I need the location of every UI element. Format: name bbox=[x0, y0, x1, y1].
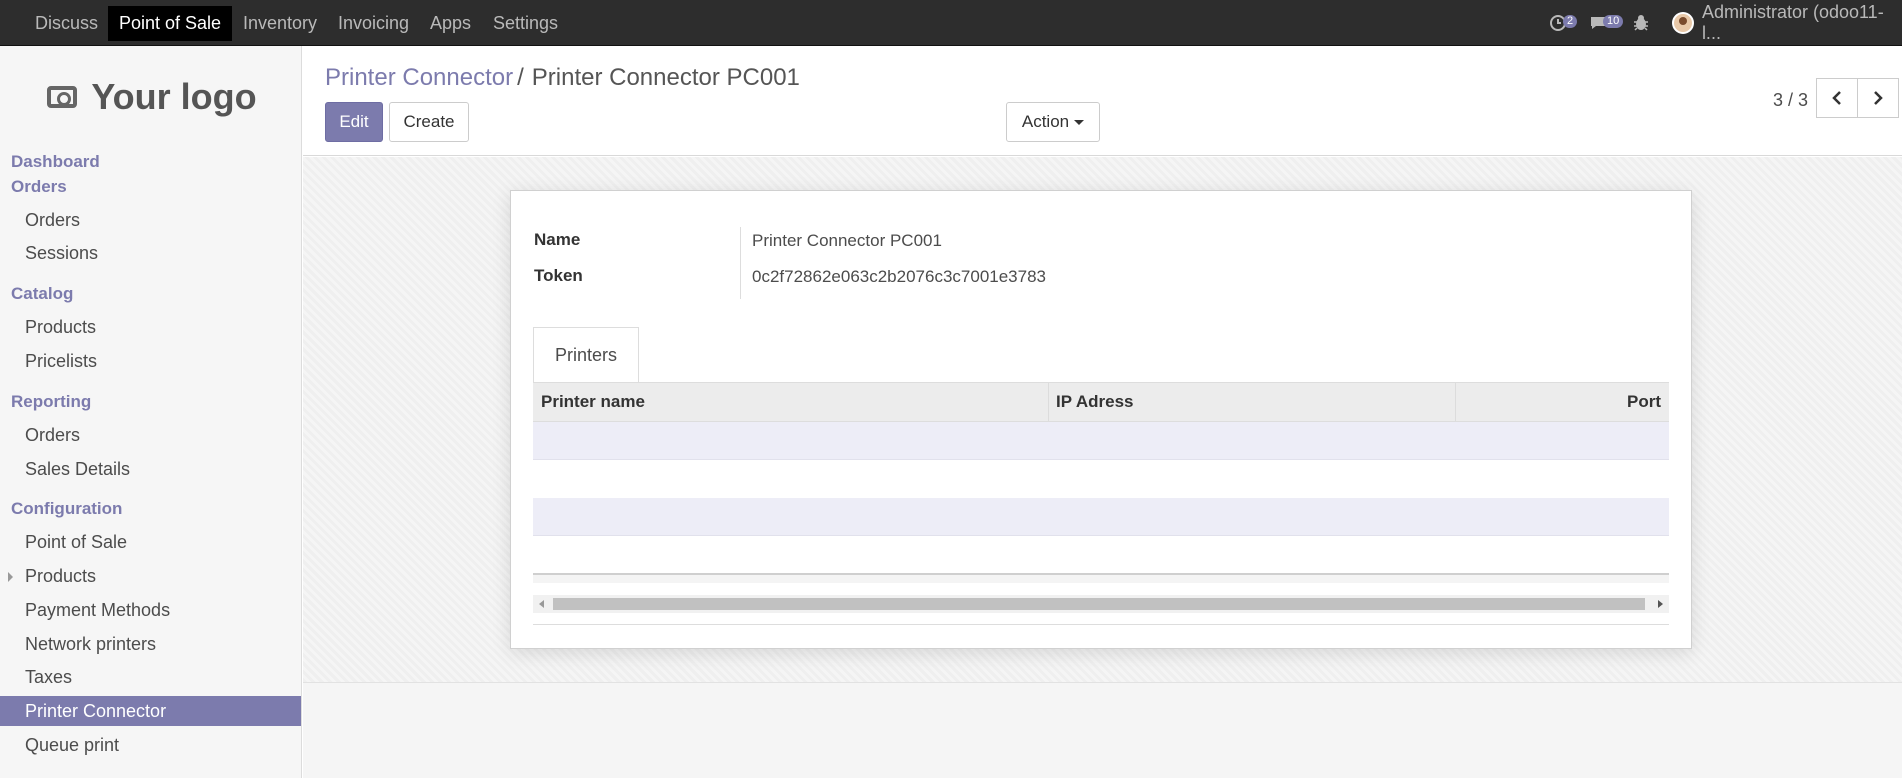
column-printer-name[interactable]: Printer name bbox=[541, 383, 645, 421]
top-navbar: Discuss Point of Sale Inventory Invoicin… bbox=[0, 0, 1902, 46]
chevron-right-icon bbox=[1874, 91, 1883, 105]
messages-button[interactable]: 10 bbox=[1589, 0, 1624, 46]
bug-icon bbox=[1634, 15, 1648, 31]
table-row bbox=[533, 460, 1669, 498]
column-ip-address[interactable]: IP Adress bbox=[1056, 383, 1134, 421]
sidebar-item-payment-methods[interactable]: Payment Methods bbox=[0, 595, 301, 625]
sidebar-section-catalog[interactable]: Catalog bbox=[11, 284, 73, 304]
sidebar-item-point-of-sale[interactable]: Point of Sale bbox=[0, 527, 301, 557]
horizontal-scrollbar[interactable] bbox=[533, 595, 1669, 613]
name-label: Name bbox=[534, 230, 581, 249]
menu-apps[interactable]: Apps bbox=[419, 0, 482, 46]
column-divider bbox=[1048, 383, 1049, 421]
camera-icon bbox=[47, 86, 78, 108]
chevron-left-icon bbox=[1832, 91, 1841, 105]
table-row bbox=[533, 536, 1669, 574]
sidebar-item-network-printers[interactable]: Network printers bbox=[0, 629, 301, 659]
column-divider bbox=[1455, 383, 1456, 421]
caret-down-icon bbox=[1074, 120, 1085, 126]
menu-settings[interactable]: Settings bbox=[482, 0, 569, 46]
form-sheet: Name Printer Connector PC001 Token 0c2f7… bbox=[510, 190, 1692, 649]
menu-discuss[interactable]: Discuss bbox=[24, 0, 109, 46]
scroll-left-icon[interactable] bbox=[539, 600, 544, 608]
control-panel: Printer Connector / Printer Connector PC00… bbox=[303, 46, 1902, 156]
sidebar: Your logo Dashboard Orders Orders Sessio… bbox=[0, 46, 302, 778]
sidebar-section-reporting[interactable]: Reporting bbox=[11, 392, 91, 412]
sidebar-item-printer-connector[interactable]: Printer Connector bbox=[0, 696, 301, 726]
breadcrumb: Printer Connector / Printer Connector PC00… bbox=[325, 64, 800, 92]
debug-button[interactable] bbox=[1633, 0, 1649, 46]
breadcrumb-parent[interactable]: Printer Connector bbox=[325, 64, 513, 91]
menu-point-of-sale[interactable]: Point of Sale bbox=[108, 6, 233, 41]
action-dropdown[interactable]: Action bbox=[1006, 102, 1100, 142]
user-name: Administrator (odoo11-l... bbox=[1701, 2, 1884, 43]
pager-previous-button[interactable] bbox=[1816, 78, 1858, 118]
column-port[interactable]: Port bbox=[1627, 383, 1661, 421]
breadcrumb-current: Printer Connector PC001 bbox=[531, 64, 800, 91]
form-view: Name Printer Connector PC001 Token 0c2f7… bbox=[303, 157, 1902, 778]
sidebar-item-products[interactable]: Products bbox=[0, 312, 301, 342]
name-value: Printer Connector PC001 bbox=[752, 231, 942, 250]
sidebar-item-sessions[interactable]: Sessions bbox=[0, 238, 301, 268]
company-logo[interactable]: Your logo bbox=[30, 68, 274, 126]
activity-button[interactable]: 2 bbox=[1549, 0, 1578, 46]
pager-value[interactable]: 3 / 3 bbox=[1773, 90, 1808, 111]
sidebar-item-pricelists[interactable]: Pricelists bbox=[0, 346, 301, 376]
divider bbox=[533, 624, 1669, 625]
create-button[interactable]: Create bbox=[389, 102, 469, 142]
sidebar-item-orders[interactable]: Orders bbox=[0, 205, 301, 235]
avatar bbox=[1672, 12, 1694, 34]
activity-badge: 2 bbox=[1563, 14, 1578, 28]
logo-text: Your logo bbox=[91, 76, 257, 117]
menu-inventory[interactable]: Inventory bbox=[232, 0, 328, 46]
table-header: Printer name IP Adress Port bbox=[533, 382, 1669, 422]
table-footer bbox=[533, 573, 1669, 583]
table-row bbox=[533, 498, 1669, 536]
scrollbar-thumb[interactable] bbox=[553, 598, 1645, 610]
token-value: 0c2f72862e063c2b2076c3c7001e3783 bbox=[752, 267, 1046, 286]
table-row bbox=[533, 422, 1669, 460]
token-label: Token bbox=[534, 266, 583, 285]
action-label: Action bbox=[1021, 112, 1070, 131]
pager-next-button[interactable] bbox=[1857, 78, 1899, 118]
sidebar-section-configuration[interactable]: Configuration bbox=[11, 499, 122, 519]
tab-printers[interactable]: Printers bbox=[533, 327, 639, 383]
edit-button[interactable]: Edit bbox=[325, 102, 383, 142]
field-divider bbox=[740, 227, 741, 299]
user-menu[interactable]: Administrator (odoo11-l... bbox=[1672, 0, 1902, 46]
messages-badge: 10 bbox=[1603, 14, 1624, 28]
sidebar-section-orders[interactable]: Orders bbox=[11, 177, 67, 197]
sidebar-item-sales-details[interactable]: Sales Details bbox=[0, 454, 301, 484]
sidebar-item-reporting-orders[interactable]: Orders bbox=[0, 420, 301, 450]
sidebar-item-queue-print[interactable]: Queue print bbox=[0, 730, 301, 760]
scroll-right-icon[interactable] bbox=[1658, 600, 1663, 608]
menu-invoicing[interactable]: Invoicing bbox=[327, 0, 420, 46]
sidebar-item-label: Products bbox=[25, 566, 97, 586]
sidebar-item-taxes[interactable]: Taxes bbox=[0, 662, 301, 692]
breadcrumb-separator: / bbox=[517, 64, 524, 91]
sidebar-section-dashboard[interactable]: Dashboard bbox=[11, 152, 100, 172]
caret-right-icon bbox=[8, 572, 13, 582]
sidebar-item-config-products[interactable]: Products bbox=[0, 561, 301, 591]
